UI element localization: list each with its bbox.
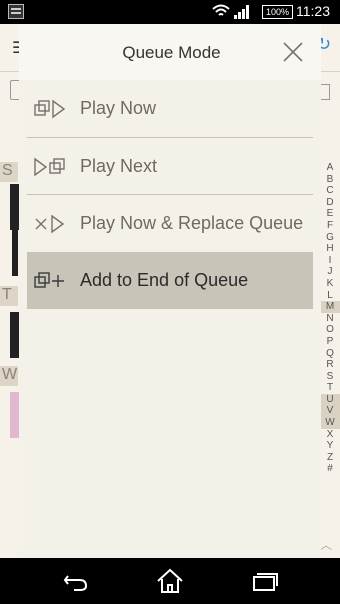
recent-apps-icon — [253, 573, 278, 591]
index-letter[interactable]: S — [320, 371, 340, 383]
recent-apps-button[interactable] — [246, 566, 282, 596]
index-letter[interactable]: F — [320, 220, 340, 232]
add-to-queue-icon — [33, 270, 67, 292]
index-letter[interactable]: M — [320, 301, 340, 313]
index-letter[interactable]: P — [320, 336, 340, 348]
back-button[interactable] — [58, 566, 94, 596]
index-letter[interactable]: C — [320, 185, 340, 197]
queue-mode-dialog: Queue Mode Play Now Play Next Play Now &… — [19, 24, 321, 558]
status-bar: 100% 11:23 — [0, 0, 340, 24]
menu-item-add-to-end-of-queue[interactable]: Add to End of Queue — [27, 252, 313, 309]
scroll-up-icon[interactable]: ︿ — [320, 536, 332, 553]
dialog-title: Queue Mode — [122, 43, 221, 62]
section-letter: T — [0, 286, 18, 306]
album-thumbnail — [12, 230, 18, 276]
navigation-bar — [0, 558, 340, 604]
index-letter[interactable]: Y — [320, 440, 340, 452]
index-letter[interactable]: O — [320, 324, 340, 336]
close-icon — [283, 42, 303, 62]
section-letter: S — [0, 162, 18, 182]
index-letter[interactable]: J — [320, 266, 340, 278]
menu-item-play-now-replace-queue[interactable]: Play Now & Replace Queue — [27, 195, 313, 252]
back-icon — [63, 575, 88, 591]
index-letter[interactable]: L — [320, 290, 340, 302]
index-letter[interactable]: B — [320, 174, 340, 186]
index-letter[interactable]: Z — [320, 452, 340, 464]
wifi-icon — [212, 3, 230, 23]
home-button[interactable] — [152, 566, 188, 596]
menu-item-play-now[interactable]: Play Now — [27, 80, 313, 137]
menu-item-label: Play Now & Replace Queue — [80, 213, 304, 233]
replace-queue-icon — [33, 213, 67, 235]
clock: 11:23 — [296, 3, 330, 19]
section-letter: W — [0, 366, 18, 386]
notification-icon — [8, 4, 24, 19]
alphabet-index[interactable]: A B C D E F G H I J K L M N O P Q R S T … — [320, 162, 340, 475]
index-letter[interactable]: # — [320, 463, 340, 475]
index-letter[interactable]: U — [320, 393, 340, 406]
index-letter[interactable]: N — [320, 313, 340, 325]
index-letter[interactable]: V — [320, 405, 340, 418]
index-letter[interactable]: G — [320, 232, 340, 244]
index-letter[interactable]: X — [320, 429, 340, 441]
home-icon — [157, 568, 183, 593]
index-letter[interactable]: A — [320, 162, 340, 174]
menu-item-label: Add to End of Queue — [80, 270, 249, 290]
index-letter[interactable]: I — [320, 255, 340, 267]
battery-indicator: 100% — [262, 5, 294, 19]
index-letter[interactable]: H — [320, 243, 340, 255]
index-letter[interactable]: R — [320, 359, 340, 371]
index-letter[interactable]: W — [320, 417, 340, 429]
close-button[interactable] — [281, 40, 305, 64]
menu-item-label: Play Next — [80, 156, 158, 176]
play-next-icon — [33, 156, 67, 178]
menu-item-label: Play Now — [80, 98, 157, 118]
play-now-icon — [33, 98, 67, 120]
index-letter[interactable]: E — [320, 208, 340, 220]
index-letter[interactable]: Q — [320, 348, 340, 360]
index-letter[interactable]: T — [320, 382, 340, 394]
signal-icon — [234, 5, 250, 19]
index-letter[interactable]: D — [320, 197, 340, 209]
index-letter[interactable]: K — [320, 278, 340, 290]
menu-item-play-next[interactable]: Play Next — [27, 138, 313, 195]
dialog-header: Queue Mode — [19, 24, 321, 80]
